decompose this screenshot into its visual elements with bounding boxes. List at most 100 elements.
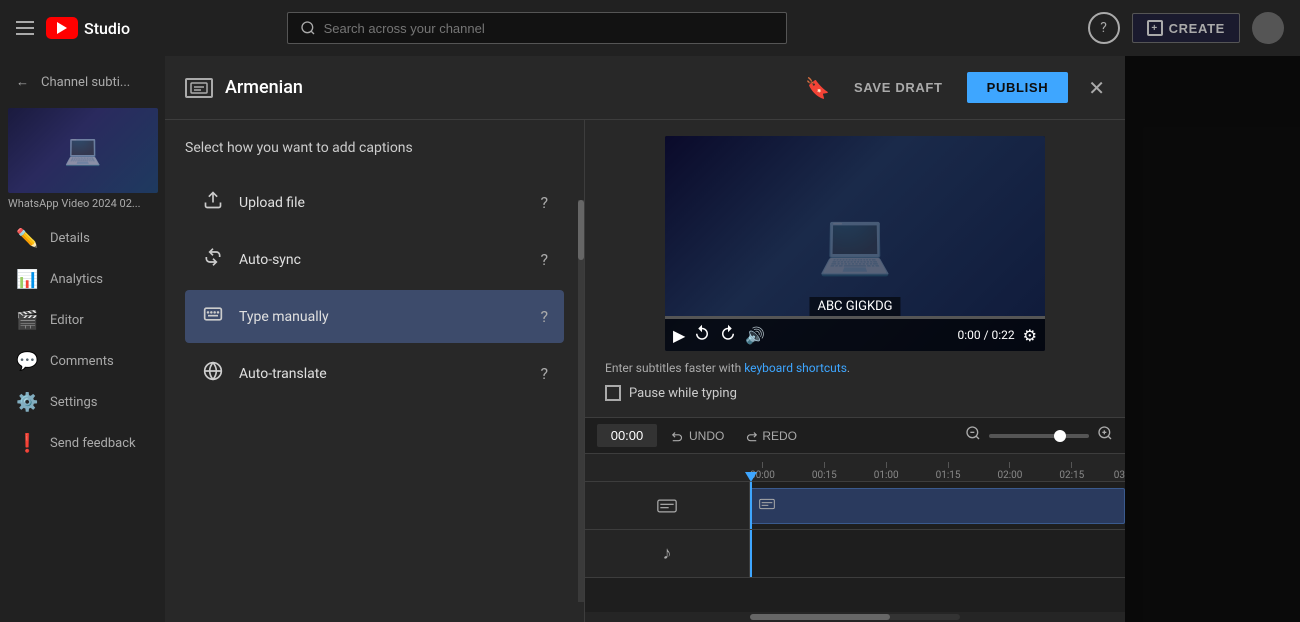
autosync-help-icon[interactable]: ? bbox=[540, 250, 548, 269]
timeline-scrollbar bbox=[585, 612, 1125, 622]
create-button[interactable]: + CREATE bbox=[1132, 13, 1240, 43]
right-panel: 💻 ABC GIGKDG ▶ bbox=[585, 120, 1125, 622]
subtitle-track-label bbox=[585, 482, 750, 529]
video-caption-overlay: ABC GIGKDG bbox=[809, 297, 900, 316]
search-input[interactable] bbox=[324, 21, 774, 36]
comments-icon: 💬 bbox=[16, 351, 38, 372]
thumb-image: 💻 bbox=[8, 108, 158, 193]
music-note-icon: ♪ bbox=[663, 543, 672, 564]
avatar[interactable] bbox=[1252, 12, 1284, 44]
rewind-button[interactable] bbox=[693, 324, 711, 346]
undo-label: UNDO bbox=[689, 429, 724, 443]
sidebar-item-comments[interactable]: 💬 Comments bbox=[0, 341, 165, 382]
subtitle-block[interactable] bbox=[750, 488, 1125, 524]
zoom-controls bbox=[965, 425, 1113, 446]
bookmark-button[interactable]: 🔖 bbox=[805, 76, 830, 100]
scroll-thumb[interactable] bbox=[578, 200, 584, 260]
top-navigation: Studio ? + CREATE bbox=[0, 0, 1300, 56]
main-layout: ← Channel subti... 💻 WhatsApp Video 2024… bbox=[0, 56, 1300, 622]
sidebar-item-details[interactable]: ✏️ Details bbox=[0, 218, 165, 259]
type-manually-label: Type manually bbox=[239, 309, 526, 325]
sidebar-comments-label: Comments bbox=[50, 354, 114, 369]
details-icon: ✏️ bbox=[16, 228, 38, 249]
subtitle-track-row bbox=[585, 482, 1125, 530]
playhead bbox=[750, 482, 752, 529]
caption-options-panel: Select how you want to add captions Up bbox=[165, 120, 585, 622]
settings-icon: ⚙️ bbox=[16, 392, 38, 413]
zoom-in-button[interactable] bbox=[1097, 425, 1113, 446]
sidebar-item-settings[interactable]: ⚙️ Settings bbox=[0, 382, 165, 423]
help-button[interactable]: ? bbox=[1088, 12, 1120, 44]
scrollbar-track[interactable] bbox=[750, 614, 960, 620]
sidebar-video-thumb-area: 💻 WhatsApp Video 2024 02... bbox=[0, 100, 165, 218]
play-button[interactable]: ▶ bbox=[673, 326, 685, 345]
scrollbar-thumb[interactable] bbox=[750, 614, 890, 620]
pause-typing-label: Pause while typing bbox=[629, 386, 737, 401]
sidebar-item-analytics[interactable]: 📊 Analytics bbox=[0, 259, 165, 300]
timeline-time-input[interactable] bbox=[597, 424, 657, 447]
option-type-manually[interactable]: Type manually ? bbox=[185, 290, 564, 343]
zoom-out-button[interactable] bbox=[965, 425, 981, 446]
auto-translate-icon bbox=[201, 361, 225, 386]
sidebar-nav: ✏️ Details 📊 Analytics 🎬 Editor 💬 Commen… bbox=[0, 218, 165, 464]
subtitle-hint-suffix: . bbox=[847, 361, 850, 375]
hamburger-menu[interactable] bbox=[16, 21, 34, 35]
back-button[interactable]: ← Channel subti... bbox=[0, 64, 165, 100]
subtitle-block-icon bbox=[759, 498, 775, 514]
sidebar-item-send-feedback[interactable]: ❗ Send feedback bbox=[0, 423, 165, 464]
option-upload-file[interactable]: Upload file ? bbox=[185, 176, 564, 229]
scroll-track bbox=[578, 200, 584, 602]
search-bar[interactable] bbox=[287, 12, 787, 44]
modal-title: Armenian bbox=[225, 77, 793, 98]
type-manually-help-icon[interactable]: ? bbox=[540, 307, 548, 326]
video-controls: ▶ bbox=[665, 319, 1045, 351]
sidebar-editor-label: Editor bbox=[50, 313, 84, 328]
upload-file-label: Upload file bbox=[239, 195, 526, 211]
back-icon: ← bbox=[16, 74, 29, 90]
forward-button[interactable] bbox=[719, 324, 737, 346]
audio-playhead bbox=[750, 530, 752, 577]
timeline-area: UNDO REDO bbox=[585, 418, 1125, 622]
type-manually-icon bbox=[201, 304, 225, 329]
modal-header-icon bbox=[185, 78, 213, 98]
auto-translate-help-icon[interactable]: ? bbox=[540, 364, 548, 383]
auto-sync-icon bbox=[201, 247, 225, 272]
undo-button[interactable]: UNDO bbox=[665, 425, 730, 447]
save-draft-button[interactable]: SAVE DRAFT bbox=[842, 72, 955, 103]
content-area: Armenian 🔖 SAVE DRAFT PUBLISH ✕ Select h… bbox=[165, 56, 1300, 622]
upload-help-icon[interactable]: ? bbox=[540, 193, 548, 212]
video-background-laptop: 💻 bbox=[818, 208, 893, 279]
redo-button[interactable]: REDO bbox=[738, 425, 803, 447]
subtitle-hint: Enter subtitles faster with keyboard sho… bbox=[605, 361, 1105, 375]
sidebar-settings-label: Settings bbox=[50, 395, 97, 410]
zoom-slider[interactable] bbox=[989, 434, 1089, 438]
create-icon: + bbox=[1147, 20, 1163, 36]
option-auto-translate[interactable]: Auto-translate ? bbox=[185, 347, 564, 400]
audio-track-label: ♪ bbox=[585, 530, 750, 577]
close-button[interactable]: ✕ bbox=[1088, 76, 1105, 100]
publish-button[interactable]: PUBLISH bbox=[967, 72, 1069, 103]
ruler-mark-3: 01:15 bbox=[936, 462, 961, 481]
sidebar-analytics-label: Analytics bbox=[50, 272, 103, 287]
option-auto-sync[interactable]: Auto-sync ? bbox=[185, 233, 564, 286]
modal-overlay: Armenian 🔖 SAVE DRAFT PUBLISH ✕ Select h… bbox=[165, 56, 1300, 622]
modal-body: Select how you want to add captions Up bbox=[165, 120, 1125, 622]
pause-typing-checkbox[interactable] bbox=[605, 385, 621, 401]
time-display: 0:00 / 0:22 bbox=[957, 328, 1014, 342]
sidebar-item-editor[interactable]: 🎬 Editor bbox=[0, 300, 165, 341]
modal-dialog: Armenian 🔖 SAVE DRAFT PUBLISH ✕ Select h… bbox=[165, 56, 1125, 622]
video-preview: 💻 ABC GIGKDG ▶ bbox=[665, 136, 1045, 351]
analytics-icon: 📊 bbox=[16, 269, 38, 290]
subtitle-hint-text: Enter subtitles faster with bbox=[605, 361, 744, 375]
channel-subtitle-label: Channel subti... bbox=[41, 75, 130, 90]
auto-sync-label: Auto-sync bbox=[239, 252, 526, 268]
upload-icon bbox=[201, 190, 225, 215]
modal-header: Armenian 🔖 SAVE DRAFT PUBLISH ✕ bbox=[165, 56, 1125, 120]
zoom-thumb[interactable] bbox=[1054, 430, 1066, 442]
keyboard-shortcuts-link[interactable]: keyboard shortcuts bbox=[744, 361, 847, 375]
video-settings-button[interactable]: ⚙ bbox=[1023, 326, 1037, 345]
volume-button[interactable]: 🔊 bbox=[745, 326, 765, 345]
right-top: 💻 ABC GIGKDG ▶ bbox=[585, 120, 1125, 418]
create-label: CREATE bbox=[1169, 21, 1225, 36]
auto-translate-label: Auto-translate bbox=[239, 366, 526, 382]
